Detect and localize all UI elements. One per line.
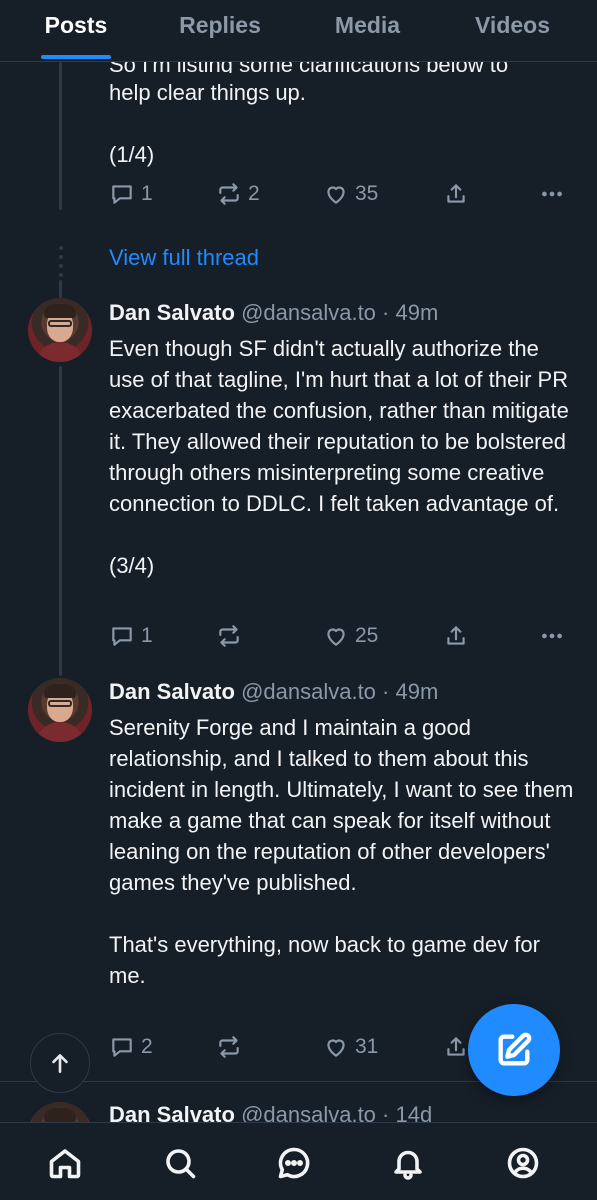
more-button[interactable] (539, 622, 565, 650)
view-full-thread-link[interactable]: View full thread (109, 245, 259, 271)
post-author: Dan Salvato @dansalva.to · 49m (109, 300, 438, 326)
post-text: help clear things up. (1/4) (109, 80, 306, 167)
tab-media[interactable]: Media (330, 8, 405, 42)
scroll-to-top-button[interactable] (30, 1033, 90, 1093)
tab-videos[interactable]: Videos (470, 8, 555, 42)
repost-button[interactable] (216, 1033, 242, 1061)
author-handle[interactable]: @dansalva.to · 49m (241, 679, 438, 704)
compose-icon (498, 1032, 532, 1066)
heart-icon (327, 628, 345, 646)
compose-button[interactable] (468, 1004, 560, 1096)
reply-button[interactable]: 1 (109, 180, 153, 208)
reply-icon (112, 627, 132, 646)
share-button[interactable] (443, 1033, 469, 1061)
nav-home[interactable] (45, 1143, 85, 1183)
share-button[interactable] (443, 180, 469, 208)
arrow-up-icon (52, 1054, 68, 1073)
share-icon (447, 626, 465, 645)
post-author: Dan Salvato @dansalva.to · 14d (109, 1102, 432, 1122)
like-button[interactable]: 31 (323, 1033, 378, 1061)
like-button[interactable]: 35 (323, 180, 378, 208)
reply-button[interactable]: 1 (109, 622, 153, 650)
share-button[interactable] (443, 622, 469, 650)
nav-profile[interactable] (503, 1143, 543, 1183)
repost-icon (219, 625, 239, 647)
post-actions: 1 2 35 (109, 180, 579, 208)
tab-posts[interactable]: Posts (40, 8, 112, 42)
author-name[interactable]: Dan Salvato (109, 300, 235, 325)
more-icon (542, 633, 562, 639)
bottom-navigation (0, 1122, 597, 1200)
more-icon (542, 191, 562, 197)
tab-replies[interactable]: Replies (175, 8, 265, 42)
thread-ellipsis (58, 246, 64, 282)
author-name[interactable]: Dan Salvato (109, 1102, 235, 1122)
thread-line (59, 62, 62, 210)
reply-icon (112, 185, 132, 204)
reply-icon (112, 1038, 132, 1057)
repost-button[interactable] (216, 622, 242, 650)
repost-icon (219, 183, 239, 205)
share-icon (447, 184, 465, 203)
reply-button[interactable]: 2 (109, 1033, 153, 1061)
thread-line (59, 366, 62, 676)
post-text: Even though SF didn't actually authorize… (109, 336, 569, 578)
post-author: Dan Salvato @dansalva.to · 49m (109, 679, 438, 705)
nav-chat[interactable] (274, 1143, 314, 1183)
repost-icon (219, 1036, 239, 1058)
heart-icon (327, 1039, 345, 1057)
more-button[interactable] (539, 180, 565, 208)
author-name[interactable]: Dan Salvato (109, 679, 235, 704)
active-tab-indicator (41, 55, 111, 59)
repost-button[interactable]: 2 (216, 180, 260, 208)
avatar[interactable] (28, 1102, 92, 1122)
search-icon (166, 1149, 196, 1179)
profile-tabs: Posts Replies Media Videos (0, 0, 597, 62)
author-handle[interactable]: @dansalva.to · 49m (241, 300, 438, 325)
profile-icon (507, 1147, 539, 1179)
avatar[interactable] (28, 678, 92, 742)
heart-icon (327, 186, 345, 204)
author-handle[interactable]: @dansalva.to · 14d (241, 1102, 432, 1122)
thread-line (59, 280, 62, 298)
home-icon (49, 1149, 81, 1179)
post-actions: 1 25 (109, 622, 579, 650)
bell-icon (394, 1150, 422, 1180)
feed[interactable]: So I'm listing some clarifications below… (0, 62, 597, 1122)
chat-icon (278, 1147, 310, 1179)
post-text-cut: So I'm listing some clarifications below… (109, 62, 579, 73)
like-button[interactable]: 25 (323, 622, 378, 650)
nav-notifications[interactable] (388, 1143, 428, 1183)
post-text: Serenity Forge and I maintain a good rel… (109, 715, 574, 988)
nav-search[interactable] (160, 1143, 200, 1183)
share-icon (447, 1037, 465, 1056)
avatar[interactable] (28, 298, 92, 362)
